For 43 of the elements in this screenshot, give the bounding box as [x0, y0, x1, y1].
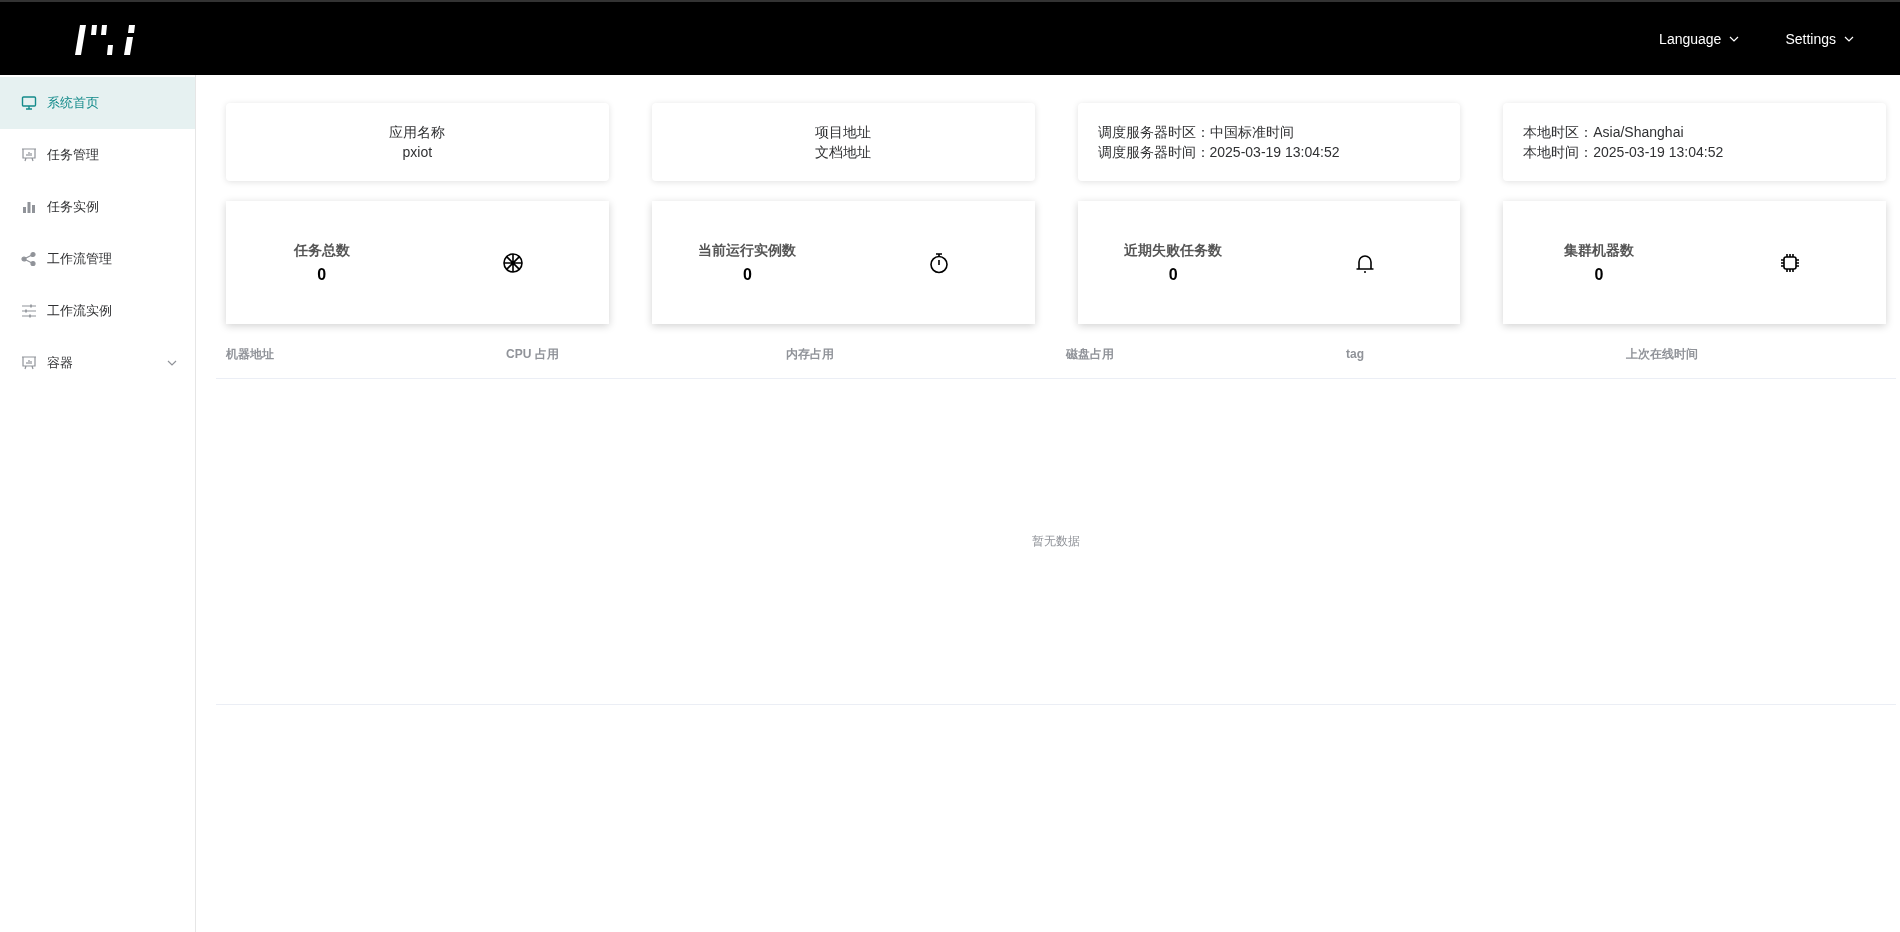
column-header: CPU 占用: [505, 345, 559, 363]
column-header: 内存占用: [785, 345, 834, 363]
column-header: tag: [1345, 347, 1364, 361]
chevron-down-icon: [1729, 35, 1740, 42]
sliders-icon: [21, 303, 37, 319]
wheel-icon: [502, 251, 525, 274]
sidebar-item[interactable]: 工作流实例: [0, 285, 195, 337]
presentation-board-icon: [21, 355, 37, 371]
chevron-down-icon: [167, 360, 177, 366]
column-header: 机器地址: [225, 345, 275, 363]
presentation-board-icon: [21, 147, 37, 163]
dropdown-menu[interactable]: Language: [1659, 26, 1740, 51]
stopwatch-icon: [927, 251, 950, 274]
column-header: 磁盘占用: [1064, 345, 1114, 363]
stat-title: 近期失败任务数: [1124, 241, 1223, 260]
info-text: 调度服务器时区：中国标准时间: [1097, 123, 1295, 142]
chevron-down-icon: [1844, 35, 1854, 42]
dropdown-menu[interactable]: Settings: [1785, 26, 1854, 51]
info-text: 本地时间：2025-03-19 13:04:52: [1523, 143, 1725, 162]
sidebar-item[interactable]: 系统首页: [0, 77, 195, 129]
info-text: pxiot: [401, 143, 434, 162]
info-text: 调度服务器时间：2025-03-19 13:04:52: [1097, 143, 1341, 162]
stat-value: 0: [1168, 265, 1178, 284]
info-text: 本地时区：Asia/Shanghai: [1523, 123, 1685, 142]
stat-value: 0: [743, 265, 752, 284]
share-icon: [21, 251, 37, 267]
sidebar-item[interactable]: 工作流管理: [0, 233, 195, 285]
sidebar-item[interactable]: 任务管理: [0, 129, 195, 181]
stat-value: 0: [317, 265, 327, 284]
stat-value: 0: [1594, 265, 1604, 284]
stat-title: 当前运行实例数: [698, 241, 797, 260]
info-text: 文档地址: [814, 143, 873, 162]
bar-chart-icon: [21, 199, 37, 215]
empty-text: 暂无数据: [1032, 533, 1080, 550]
column-header: 上次在线时间: [1625, 345, 1698, 363]
info-text: 项目地址: [814, 123, 873, 142]
info-text: 应用名称: [388, 123, 447, 142]
sidebar-item[interactable]: 容器: [0, 337, 195, 389]
stat-title: 集群机器数: [1563, 241, 1634, 260]
stat-title: 任务总数: [293, 241, 350, 260]
sidebar-item[interactable]: 任务实例: [0, 181, 195, 233]
chip-icon: [1779, 251, 1802, 274]
monitor-icon: [21, 95, 37, 111]
